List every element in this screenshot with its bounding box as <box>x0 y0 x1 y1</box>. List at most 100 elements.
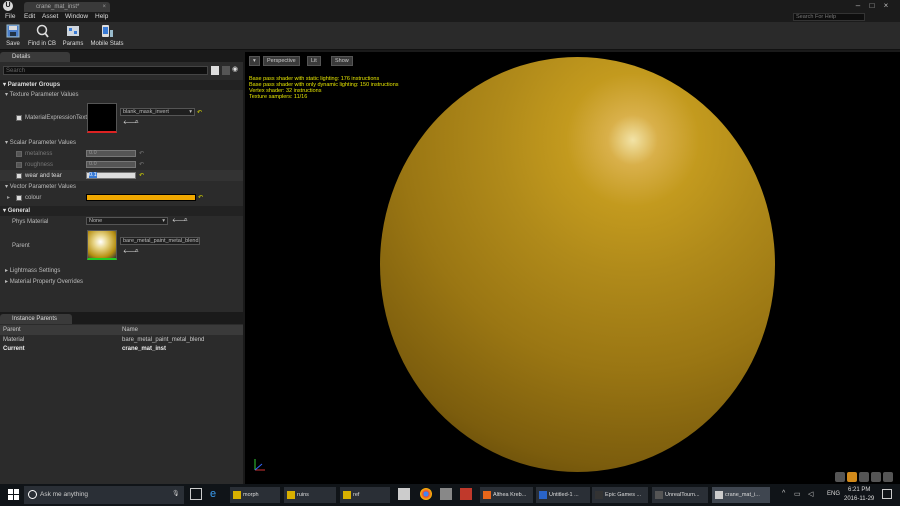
windows-start-icon[interactable] <box>8 489 20 501</box>
reset-icon[interactable]: ↶ <box>139 172 144 179</box>
notifications-icon[interactable] <box>882 489 892 499</box>
details-search-input[interactable]: Search <box>3 66 208 75</box>
preview-shape-cube-icon[interactable] <box>871 472 881 482</box>
network-icon[interactable]: ▭ <box>794 490 801 498</box>
browse-icon[interactable]: ⌕ <box>184 217 187 224</box>
tray-chevron-icon[interactable]: ^ <box>782 490 785 497</box>
expand-arrow-icon[interactable]: ▸ <box>7 194 10 201</box>
preview-shape-sphere-icon[interactable] <box>847 472 857 482</box>
menu-asset[interactable]: Asset <box>42 12 58 22</box>
viewport-options-button[interactable]: ▾ <box>249 56 260 66</box>
scalar-group-label: Scalar Parameter Values <box>9 140 76 146</box>
taskbar-app-ref[interactable]: ref <box>340 487 390 503</box>
reset-icon[interactable]: ↶ <box>139 161 144 168</box>
roughness-checkbox[interactable] <box>16 162 22 168</box>
preview-shape-plane-icon[interactable] <box>859 472 869 482</box>
menu-help[interactable]: Help <box>95 12 108 22</box>
taskbar-app-ruins[interactable]: ruins <box>284 487 336 503</box>
menu-edit[interactable]: Edit <box>24 12 35 22</box>
find-in-cb-button[interactable]: Find in CB <box>26 22 58 50</box>
eye-icon[interactable]: ◉ <box>232 66 240 75</box>
parent-dropdown[interactable]: bare_metal_paint_metal_blend <box>120 237 200 245</box>
language-indicator[interactable]: ENG <box>827 491 840 497</box>
metalness-slider[interactable]: 0.0 <box>86 150 136 157</box>
mobile-stats-icon <box>102 25 113 37</box>
edge-icon[interactable]: e <box>210 488 222 500</box>
calculator-icon[interactable] <box>440 488 452 500</box>
parameter-groups-header[interactable]: ▾ Parameter Groups <box>0 80 243 90</box>
tab-instance-parents[interactable]: Instance Parents <box>0 314 72 324</box>
colour-swatch[interactable] <box>86 194 196 201</box>
menu-window[interactable]: Window <box>65 12 88 22</box>
general-header[interactable]: ▾ General <box>0 206 243 216</box>
tab-crane-mat-inst[interactable]: crane_mat_inst* × <box>24 2 110 12</box>
perspective-button[interactable]: Perspective <box>263 56 300 66</box>
metalness-checkbox[interactable] <box>16 151 22 157</box>
texture-thumbnail[interactable] <box>87 103 117 133</box>
paint-app-icon[interactable] <box>460 488 472 500</box>
cortana-search[interactable]: Ask me anything 🎙 <box>24 486 184 504</box>
cortana-icon <box>28 490 37 499</box>
task-view-icon[interactable] <box>190 488 202 500</box>
mobile-stats-button[interactable]: Mobile Stats <box>88 22 126 50</box>
table-row[interactable]: Current crane_mat_inst <box>0 345 243 354</box>
close-window-icon[interactable]: × <box>880 1 892 10</box>
maximize-icon[interactable]: □ <box>866 1 878 10</box>
wear-and-tear-slider[interactable]: 0.1 <box>86 172 136 179</box>
parent-thumbnail[interactable] <box>87 230 117 260</box>
taskbar-app-morph[interactable]: morph <box>230 487 280 503</box>
wear-and-tear-checkbox[interactable] <box>16 173 22 179</box>
phys-material-dropdown[interactable]: None ▾ <box>86 217 168 225</box>
menu-file[interactable]: File <box>5 12 15 22</box>
grid-view-icon[interactable] <box>222 66 230 75</box>
params-icon <box>67 26 79 36</box>
colour-checkbox[interactable] <box>16 195 22 201</box>
texture-value: blank_mask_invert <box>123 109 169 115</box>
store-icon[interactable] <box>398 488 410 500</box>
volume-icon[interactable]: ◁ <box>808 490 813 498</box>
row-parent: Material <box>3 337 25 343</box>
texture-group-header[interactable]: ▾ Texture Parameter Values <box>0 91 243 98</box>
taskbar-app-epic-games[interactable]: Epic Games ... <box>592 487 648 503</box>
reset-icon[interactable]: ↶ <box>197 109 202 116</box>
lit-button[interactable]: Lit <box>307 56 321 66</box>
material-overrides-row[interactable]: ▸ Material Property Overrides <box>0 278 243 285</box>
close-icon[interactable]: × <box>102 2 106 12</box>
params-button[interactable]: Params <box>60 22 86 50</box>
browse-icon[interactable]: ⌕ <box>135 119 138 126</box>
show-button[interactable]: Show <box>331 56 353 66</box>
viewport[interactable]: ▾ Perspective Lit Show Base pass shader … <box>245 52 900 484</box>
reset-icon[interactable]: ↶ <box>198 194 203 201</box>
preview-shape-teapot-icon[interactable] <box>883 472 893 482</box>
parent-value: bare_metal_paint_metal_blend <box>123 238 199 244</box>
metalness-label: metalness <box>25 151 53 157</box>
lightmass-settings-row[interactable]: ▸ Lightmass Settings <box>0 267 243 274</box>
save-button[interactable]: Save <box>2 22 24 50</box>
reset-icon[interactable]: ↶ <box>139 150 144 157</box>
taskbar-app-firefox[interactable]: Althea Kreb... <box>480 487 533 503</box>
texture-dropdown[interactable]: blank_mask_invert ▾ <box>120 108 195 116</box>
minimize-icon[interactable]: – <box>852 1 864 10</box>
browse-icon[interactable]: ⌕ <box>135 248 138 255</box>
app-label: crane_mat_i... <box>725 492 760 498</box>
magnifier-icon[interactable] <box>211 66 219 75</box>
app-label: ruins <box>297 492 309 498</box>
mobile-stats-label: Mobile Stats <box>90 41 124 47</box>
roughness-label: roughness <box>25 162 54 168</box>
vector-group-header[interactable]: ▾ Vector Parameter Values <box>0 183 243 190</box>
texture-param-checkbox[interactable] <box>16 115 22 121</box>
chrome-icon[interactable] <box>420 488 432 500</box>
table-row[interactable]: Material bare_metal_paint_metal_blend <box>0 336 243 345</box>
taskbar-app-photoshop[interactable]: Untitled-1 ... <box>536 487 590 503</box>
roughness-slider[interactable]: 0.0 <box>86 161 136 168</box>
find-in-cb-label: Find in CB <box>27 41 56 47</box>
row-name: crane_mat_inst <box>122 346 167 352</box>
tab-details[interactable]: Details <box>0 52 70 62</box>
show-label: Show <box>335 58 349 64</box>
help-search-input[interactable]: Search For Help <box>793 13 865 21</box>
taskbar-app-unreal-tournament[interactable]: UnrealTourn... <box>652 487 708 503</box>
preview-shape-cylinder-icon[interactable] <box>835 472 845 482</box>
taskbar-app-crane-mat[interactable]: crane_mat_i... <box>712 487 770 503</box>
chevron-down-icon: ▾ <box>189 109 192 115</box>
scalar-group-header[interactable]: ▾ Scalar Parameter Values <box>0 139 243 146</box>
